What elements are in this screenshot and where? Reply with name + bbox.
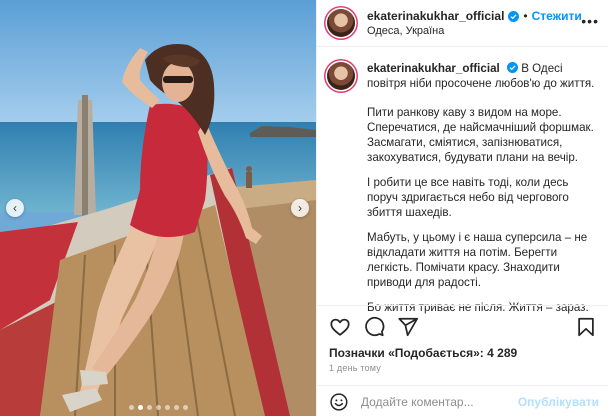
caption-paragraph-1: ekaterinakukhar_official В Одесі повітря… — [367, 61, 601, 91]
carousel-dot — [155, 405, 161, 410]
carousel-dot — [182, 405, 188, 410]
separator-dot: • — [523, 9, 528, 23]
carousel-prev-button[interactable]: ‹ — [6, 199, 24, 217]
carousel-dot — [128, 405, 134, 410]
carousel-dot — [173, 405, 179, 410]
header-name-line: ekaterinakukhar_official • Стежити — [367, 9, 582, 23]
caption-body: ekaterinakukhar_official В Одесі повітря… — [367, 61, 601, 325]
post-header: ekaterinakukhar_official • Стежити Одеса… — [317, 0, 608, 47]
caption-username[interactable]: ekaterinakukhar_official — [367, 62, 500, 75]
emoji-icon[interactable] — [329, 392, 349, 412]
publish-comment-button[interactable]: Опублікувати — [518, 395, 599, 409]
header-text: ekaterinakukhar_official • Стежити Одеса… — [367, 9, 582, 37]
follow-button[interactable]: Стежити — [532, 9, 582, 23]
photo-illustration — [0, 0, 316, 416]
chevron-right-icon: › — [298, 201, 302, 215]
caption-paragraph-3: І робити це все навіть тоді, коли десь п… — [367, 176, 569, 219]
chevron-left-icon: ‹ — [13, 201, 17, 215]
post-timestamp[interactable]: 1 день тому — [317, 360, 608, 373]
carousel-next-button[interactable]: › — [291, 199, 309, 217]
carousel-dot — [146, 405, 152, 410]
caption: ekaterinakukhar_official В Одесі повітря… — [327, 61, 601, 325]
verified-badge-icon — [506, 62, 518, 73]
heart-icon[interactable] — [329, 316, 351, 338]
bookmark-icon[interactable] — [575, 316, 597, 338]
verified-badge-icon — [508, 10, 520, 22]
carousel-dot — [164, 405, 170, 410]
comment-input[interactable] — [358, 393, 518, 410]
post-details-panel: ekaterinakukhar_official • Стежити Одеса… — [316, 0, 608, 416]
avatar[interactable] — [327, 9, 355, 37]
comment-box: Опублікувати — [317, 385, 608, 417]
share-icon[interactable] — [397, 316, 419, 338]
carousel-dot — [137, 405, 143, 410]
post-photo[interactable]: ‹ › — [0, 0, 316, 416]
caption-paragraph-2: Пити ранкову каву з видом на море. Спере… — [367, 106, 594, 164]
action-icons — [317, 306, 608, 338]
more-options-icon[interactable]: ••• — [581, 14, 599, 28]
comment-icon[interactable] — [363, 316, 385, 338]
likes-count[interactable]: Позначки «Подобається»: 4 289 — [317, 338, 608, 360]
instagram-post: ‹ › ekaterinakukhar_official • Стежити О — [0, 0, 608, 416]
location-link[interactable]: Одеса, Україна — [367, 25, 582, 37]
caption-paragraph-4: Мабуть, у цьому і є наша суперсила – не … — [367, 231, 588, 289]
caption-avatar[interactable] — [327, 62, 355, 90]
carousel-indicator — [0, 405, 316, 410]
username-link[interactable]: ekaterinakukhar_official — [367, 9, 504, 23]
post-actions: Позначки «Подобається»: 4 289 1 день том… — [317, 305, 608, 417]
